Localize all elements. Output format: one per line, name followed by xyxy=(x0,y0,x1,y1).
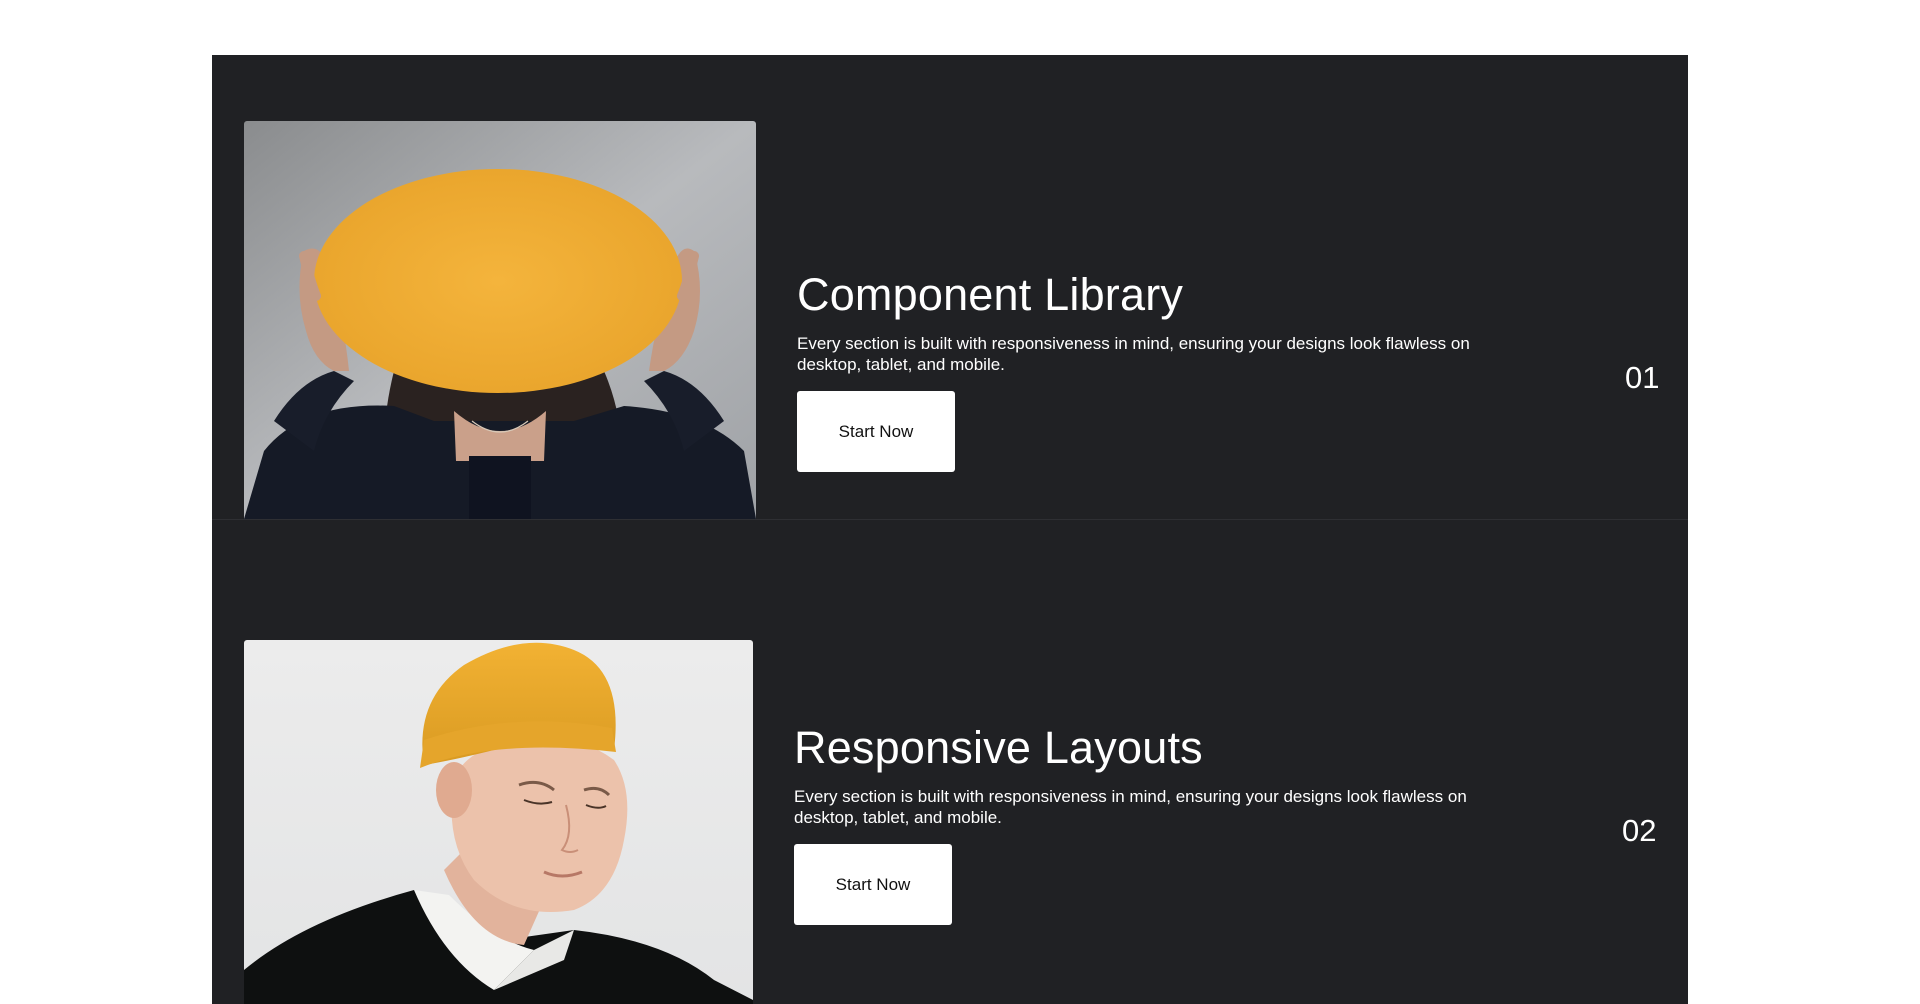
feature-section-2: Responsive Layouts Every section is buil… xyxy=(212,520,1688,1004)
start-now-button[interactable]: Start Now xyxy=(797,391,955,472)
feature-number: 02 xyxy=(1622,813,1657,848)
feature-content-2: Responsive Layouts Every section is buil… xyxy=(794,722,1514,925)
feature-image-2 xyxy=(244,640,753,1004)
feature-section-1: Component Library Every section is built… xyxy=(212,55,1688,520)
feature-number: 01 xyxy=(1625,360,1660,395)
feature-title: Responsive Layouts xyxy=(794,722,1203,773)
feature-image-1 xyxy=(244,121,756,519)
feature-content-1: Component Library Every section is built… xyxy=(797,269,1517,472)
feature-description: Every section is built with responsivene… xyxy=(794,787,1467,827)
start-now-button[interactable]: Start Now xyxy=(794,844,952,925)
feature-description: Every section is built with responsivene… xyxy=(797,334,1470,374)
feature-title: Component Library xyxy=(797,269,1184,320)
features-container: Component Library Every section is built… xyxy=(212,55,1688,1004)
